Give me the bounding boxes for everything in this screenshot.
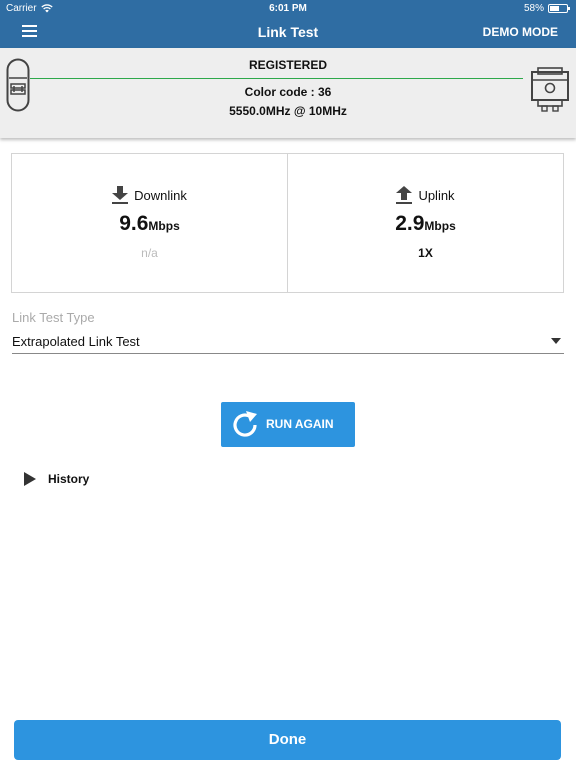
battery-icon	[548, 4, 570, 13]
battery-status: 58%	[523, 3, 570, 14]
expand-triangle-icon	[24, 472, 36, 486]
run-again-button[interactable]: RUN AGAIN	[221, 402, 355, 447]
registration-state: REGISTERED	[248, 58, 327, 72]
uplink-rate: 2.9Mbps	[288, 212, 563, 236]
download-icon	[112, 186, 129, 204]
link-status-panel: REGISTERED Color code : 36 5550.0MHz @ 1…	[0, 48, 576, 138]
uplink-card: Uplink 2.9Mbps 1X	[287, 154, 563, 292]
uplink-detail: 1X	[418, 246, 433, 260]
uplink-unit: Mbps	[424, 219, 456, 233]
downlink-detail: n/a	[141, 246, 158, 260]
refresh-icon	[233, 411, 257, 437]
frequency: 5550.0MHz @ 10MHz	[229, 104, 347, 118]
status-time: 6:01 PM	[269, 3, 307, 14]
history-label: History	[48, 472, 90, 486]
uplink-label: Uplink	[418, 187, 455, 203]
link-test-type-value: Extrapolated Link Test	[12, 334, 140, 349]
history-toggle[interactable]: History	[24, 472, 89, 486]
color-code: Color code : 36	[244, 85, 332, 99]
demo-mode-button[interactable]: DEMO MODE	[483, 25, 558, 39]
link-test-type-label: Link Test Type	[12, 310, 95, 325]
downlink-value: 9.6	[119, 212, 149, 235]
uplink-value: 2.9	[395, 212, 425, 235]
downlink-header: Downlink	[12, 186, 287, 204]
downlink-rate: 9.6Mbps	[12, 212, 287, 236]
battery-percent: 58%	[523, 3, 544, 14]
run-again-label: RUN AGAIN	[266, 417, 334, 431]
nav-bar: Link Test DEMO MODE	[0, 16, 576, 48]
link-line	[30, 78, 523, 79]
uplink-header: Uplink	[288, 186, 563, 204]
done-button[interactable]: Done	[14, 720, 561, 760]
throughput-cards: Downlink 9.6Mbps n/a Uplink 2.9Mbps 1X	[11, 153, 564, 293]
dropdown-arrow-icon[interactable]	[551, 338, 561, 344]
downlink-unit: Mbps	[148, 219, 180, 233]
downlink-card: Downlink 9.6Mbps n/a	[12, 154, 287, 292]
downlink-label: Downlink	[134, 187, 187, 203]
link-test-type-select[interactable]: Extrapolated Link Test	[12, 332, 564, 354]
status-bar: Carrier 6:01 PM 58%	[0, 0, 576, 16]
upload-icon	[396, 186, 413, 204]
